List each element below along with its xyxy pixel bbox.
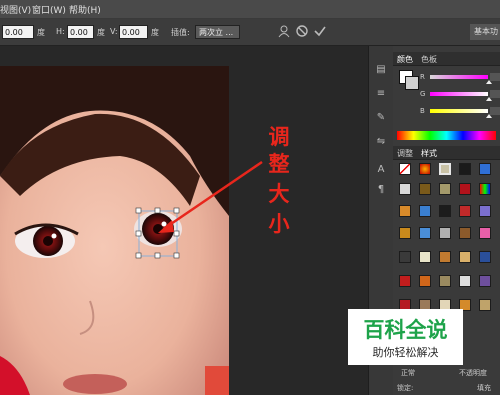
lock-label: 锁定: xyxy=(397,384,414,392)
r-value[interactable] xyxy=(490,73,500,81)
b-slider[interactable] xyxy=(430,109,488,113)
b-value[interactable] xyxy=(490,107,500,115)
style-swatch[interactable] xyxy=(479,205,491,217)
style-swatch[interactable] xyxy=(479,275,491,287)
watermark: 百科全说 助你轻松解决 xyxy=(348,309,463,365)
style-swatch[interactable] xyxy=(419,275,431,287)
annotation-arrow xyxy=(158,160,263,233)
h-skew-unit: 度 xyxy=(97,28,105,37)
interpolation-value: 两次立 ... xyxy=(199,28,234,37)
g-label: G xyxy=(420,90,426,98)
style-swatch[interactable] xyxy=(479,251,491,263)
annotation-char-1: 调 xyxy=(268,125,290,149)
style-swatch[interactable] xyxy=(439,227,451,239)
rotate-unit: 度 xyxy=(37,28,45,37)
style-swatch[interactable] xyxy=(459,275,471,287)
menu-bar: 视图(V) 窗口(W) 帮助(H) xyxy=(0,0,500,19)
style-swatch[interactable] xyxy=(459,183,471,195)
style-swatch[interactable] xyxy=(439,275,451,287)
style-swatch[interactable] xyxy=(399,183,411,195)
warp-mode-icon[interactable] xyxy=(276,24,292,40)
style-swatch[interactable] xyxy=(479,227,491,239)
style-swatch[interactable] xyxy=(419,251,431,263)
paragraph-icon[interactable]: ¶ xyxy=(373,182,389,198)
style-swatch[interactable] xyxy=(479,299,491,311)
adjust-icon[interactable]: ⇋ xyxy=(373,134,389,150)
background-color[interactable] xyxy=(405,76,419,90)
blend-mode-select[interactable]: 正常 xyxy=(401,368,415,378)
menu-window[interactable]: 窗口(W) xyxy=(32,3,66,16)
rotate-field[interactable]: 0.00 xyxy=(2,25,34,39)
character-icon[interactable]: A xyxy=(373,162,389,178)
style-swatch[interactable] xyxy=(459,251,471,263)
options-bar: 0.00 度 H: 0.00 度 V: 0.00 度 插值: 两次立 ... 基… xyxy=(0,19,500,46)
cancel-transform-icon[interactable] xyxy=(294,24,310,40)
style-swatch[interactable] xyxy=(419,163,431,175)
style-swatch[interactable] xyxy=(399,275,411,287)
tab-styles[interactable]: 样式 xyxy=(421,148,437,159)
b-label: B xyxy=(420,107,425,115)
g-slider[interactable] xyxy=(430,92,488,96)
style-swatch[interactable] xyxy=(399,205,411,217)
style-swatch[interactable] xyxy=(399,163,411,175)
tab-color[interactable]: 颜色 xyxy=(397,54,413,65)
v-skew-field[interactable]: 0.00 xyxy=(119,25,148,39)
v-skew-unit: 度 xyxy=(151,28,159,37)
interpolation-select[interactable]: 两次立 ... xyxy=(195,25,240,39)
color-spectrum[interactable] xyxy=(397,131,496,140)
blend-mode-row: 正常 不透明度 xyxy=(393,368,500,380)
style-swatch[interactable] xyxy=(459,227,471,239)
h-skew-field[interactable]: 0.00 xyxy=(67,25,94,39)
tab-adjust[interactable]: 调整 xyxy=(397,148,413,159)
style-swatch[interactable] xyxy=(479,183,491,195)
style-swatch[interactable] xyxy=(439,163,451,175)
brush-icon[interactable]: ✎ xyxy=(373,110,389,126)
lock-row: 锁定: 填充 xyxy=(393,383,500,395)
history-icon[interactable]: ▤ xyxy=(373,62,389,78)
color-tab-row: 颜色 色板 xyxy=(393,52,500,66)
style-swatch[interactable] xyxy=(439,205,451,217)
interpolation-label: 插值: xyxy=(171,28,190,37)
style-swatch[interactable] xyxy=(399,227,411,239)
h-skew-label: H: xyxy=(56,27,65,36)
style-swatch[interactable] xyxy=(479,163,491,175)
commit-transform-icon[interactable] xyxy=(312,24,328,40)
watermark-subtitle: 助你轻松解决 xyxy=(372,346,439,359)
v-skew-label: V: xyxy=(110,27,118,36)
style-swatch[interactable] xyxy=(419,205,431,217)
r-label: R xyxy=(420,73,425,81)
style-swatch[interactable] xyxy=(439,183,451,195)
menu-help[interactable]: 帮助(H) xyxy=(69,3,101,16)
style-swatch[interactable] xyxy=(439,251,451,263)
styles-tab-row: 调整 样式 xyxy=(393,146,500,160)
tab-swatches[interactable]: 色板 xyxy=(421,54,437,65)
style-swatch[interactable] xyxy=(419,183,431,195)
fill-label: 填充 xyxy=(477,384,491,392)
style-swatch[interactable] xyxy=(399,251,411,263)
properties-icon[interactable]: ≡ xyxy=(373,86,389,102)
r-slider[interactable] xyxy=(430,75,488,79)
style-swatch[interactable] xyxy=(459,163,471,175)
g-value[interactable] xyxy=(490,90,500,98)
opacity-label: 不透明度 xyxy=(459,369,487,377)
style-swatch[interactable] xyxy=(419,227,431,239)
menu-view[interactable]: 视图(V) xyxy=(0,3,31,16)
style-swatch[interactable] xyxy=(459,205,471,217)
workspace-switcher[interactable]: 基本功 xyxy=(470,24,500,40)
watermark-title: 百科全说 xyxy=(363,318,448,342)
